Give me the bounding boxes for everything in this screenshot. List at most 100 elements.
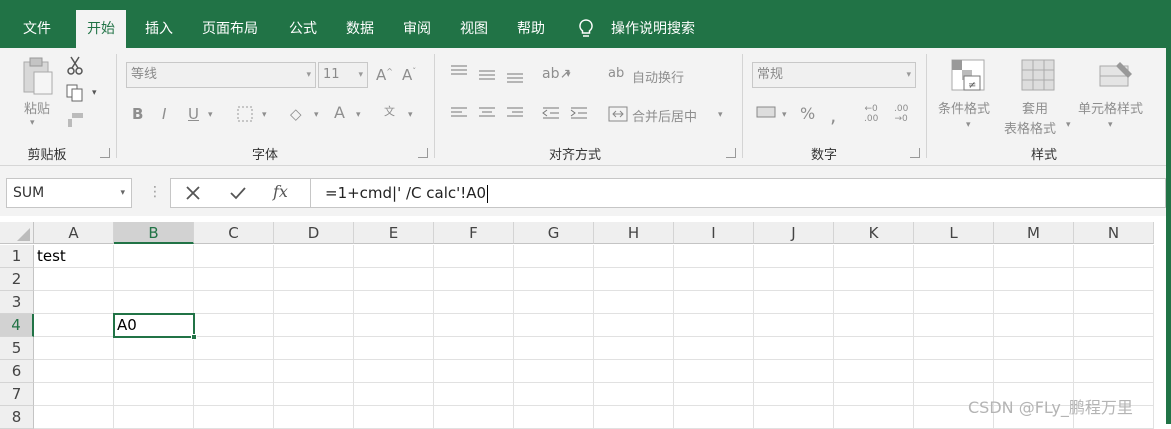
format-as-table-dropdown-icon[interactable]: ▾ <box>1066 120 1071 130</box>
cell-C2[interactable] <box>194 268 274 291</box>
cell-K6[interactable] <box>834 360 914 383</box>
row-header-2[interactable]: 2 <box>0 268 34 291</box>
row-header-5[interactable]: 5 <box>0 337 34 360</box>
cell-N6[interactable] <box>1074 360 1154 383</box>
cell-L2[interactable] <box>914 268 994 291</box>
tab-home[interactable]: 开始 <box>76 10 126 48</box>
cell-I8[interactable] <box>674 406 754 429</box>
cell-J7[interactable] <box>754 383 834 406</box>
cell-F7[interactable] <box>434 383 514 406</box>
cell-G6[interactable] <box>514 360 594 383</box>
cell-D3[interactable] <box>274 291 354 314</box>
cell-C6[interactable] <box>194 360 274 383</box>
tab-view[interactable]: 视图 <box>449 10 499 48</box>
cell-B3[interactable] <box>114 291 194 314</box>
cell-F4[interactable] <box>434 314 514 337</box>
paste-button[interactable]: 粘贴 <box>20 98 54 117</box>
cell-styles-dropdown-icon[interactable]: ▾ <box>1108 120 1113 130</box>
cell-E2[interactable] <box>354 268 434 291</box>
cell-I3[interactable] <box>674 291 754 314</box>
cell-A1[interactable]: test <box>34 245 114 268</box>
name-box[interactable]: SUM ▾ <box>6 178 132 208</box>
column-header-H[interactable]: H <box>594 222 674 244</box>
italic-icon[interactable]: I <box>162 105 166 123</box>
column-header-G[interactable]: G <box>514 222 594 244</box>
column-header-D[interactable]: D <box>274 222 354 244</box>
accounting-format-icon[interactable] <box>756 104 776 124</box>
cell-D4[interactable] <box>274 314 354 337</box>
bold-icon[interactable]: B <box>132 105 143 123</box>
cell-E4[interactable] <box>354 314 434 337</box>
cell-F1[interactable] <box>434 245 514 268</box>
formula-input[interactable]: =1+cmd|' /C calc'!A0 <box>310 178 1166 208</box>
cell-E8[interactable] <box>354 406 434 429</box>
column-header-C[interactable]: C <box>194 222 274 244</box>
cell-F2[interactable] <box>434 268 514 291</box>
underline-icon[interactable]: U <box>188 105 199 123</box>
cell-J4[interactable] <box>754 314 834 337</box>
conditional-format-dropdown-icon[interactable]: ▾ <box>966 120 971 130</box>
grow-font-icon[interactable]: A^ <box>376 66 393 84</box>
font-size-combo[interactable]: 11 ▾ <box>318 62 368 88</box>
clipboard-launcher-icon[interactable] <box>100 148 110 158</box>
cell-N2[interactable] <box>1074 268 1154 291</box>
font-launcher-icon[interactable] <box>418 148 428 158</box>
cell-H1[interactable] <box>594 245 674 268</box>
cell-C4[interactable] <box>194 314 274 337</box>
column-header-E[interactable]: E <box>354 222 434 244</box>
cell-A2[interactable] <box>34 268 114 291</box>
merge-center-icon[interactable] <box>608 106 628 126</box>
row-header-4[interactable]: 4 <box>0 314 34 337</box>
cell-B5[interactable] <box>114 337 194 360</box>
cell-G3[interactable] <box>514 291 594 314</box>
cell-B2[interactable] <box>114 268 194 291</box>
cell-H7[interactable] <box>594 383 674 406</box>
cell-C1[interactable] <box>194 245 274 268</box>
cell-K5[interactable] <box>834 337 914 360</box>
column-header-F[interactable]: F <box>434 222 514 244</box>
copy-dropdown-icon[interactable]: ▾ <box>92 88 97 98</box>
cell-I6[interactable] <box>674 360 754 383</box>
column-header-N[interactable]: N <box>1074 222 1154 244</box>
row-header-6[interactable]: 6 <box>0 360 34 383</box>
number-format-combo[interactable]: 常规 ▾ <box>752 62 916 88</box>
cell-E7[interactable] <box>354 383 434 406</box>
cell-J6[interactable] <box>754 360 834 383</box>
cell-E3[interactable] <box>354 291 434 314</box>
alignment-launcher-icon[interactable] <box>726 148 736 158</box>
cell-B8[interactable] <box>114 406 194 429</box>
column-header-I[interactable]: I <box>674 222 754 244</box>
cell-M1[interactable] <box>994 245 1074 268</box>
tab-file[interactable]: 文件 <box>12 10 62 48</box>
cell-H8[interactable] <box>594 406 674 429</box>
cell-M2[interactable] <box>994 268 1074 291</box>
wrap-text-icon[interactable]: ab <box>608 66 624 81</box>
decrease-indent-icon[interactable] <box>542 106 560 124</box>
border-icon[interactable] <box>236 105 254 127</box>
format-painter-icon[interactable] <box>66 112 84 132</box>
cell-C7[interactable] <box>194 383 274 406</box>
cell-L3[interactable] <box>914 291 994 314</box>
cell-H2[interactable] <box>594 268 674 291</box>
cell-F8[interactable] <box>434 406 514 429</box>
cell-D8[interactable] <box>274 406 354 429</box>
cell-E1[interactable] <box>354 245 434 268</box>
cell-F5[interactable] <box>434 337 514 360</box>
cell-K4[interactable] <box>834 314 914 337</box>
enter-check-icon[interactable] <box>229 185 247 204</box>
cell-B6[interactable] <box>114 360 194 383</box>
conditional-format-icon[interactable]: ≠ <box>950 58 986 96</box>
cell-C3[interactable] <box>194 291 274 314</box>
comma-style-icon[interactable]: , <box>830 103 836 127</box>
phonetic-dropdown-icon[interactable]: ▾ <box>408 110 413 120</box>
cell-A3[interactable] <box>34 291 114 314</box>
copy-icon[interactable] <box>66 84 84 106</box>
cell-E6[interactable] <box>354 360 434 383</box>
cell-M6[interactable] <box>994 360 1074 383</box>
tell-me-search[interactable]: 操作说明搜索 <box>600 10 706 48</box>
cell-A4[interactable] <box>34 314 114 337</box>
cell-N4[interactable] <box>1074 314 1154 337</box>
cell-K1[interactable] <box>834 245 914 268</box>
cancel-icon[interactable] <box>185 185 201 204</box>
select-all-corner[interactable] <box>0 222 34 244</box>
